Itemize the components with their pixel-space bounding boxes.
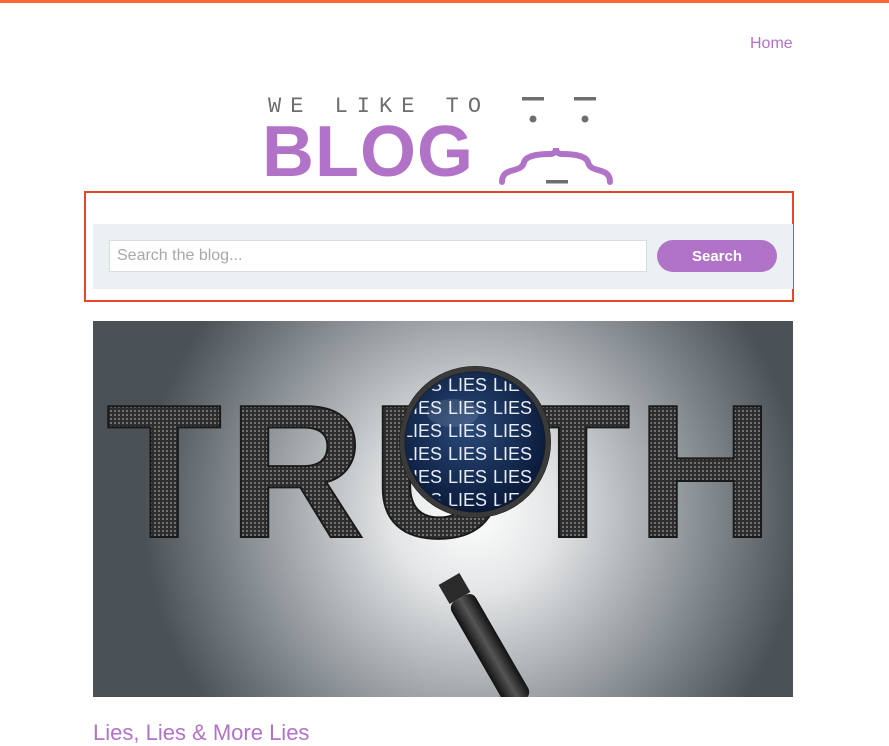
- lens-text-6: LIES: [493, 398, 532, 418]
- lens-text-15: LIES: [493, 467, 532, 487]
- search-input[interactable]: [109, 240, 647, 272]
- search-button[interactable]: Search: [657, 240, 777, 272]
- logo-word: BLOG: [262, 112, 474, 192]
- lens-text-2: LIES: [448, 375, 487, 395]
- lens-text-9: LIES: [493, 421, 532, 441]
- post-hero-image[interactable]: TRUTH LIES LIES LIES LIES LIES LIES LIES…: [93, 321, 793, 697]
- site-logo[interactable]: WE LIKE TO BLOG: [262, 92, 622, 188]
- post-title-link[interactable]: Lies, Lies & More Lies: [93, 720, 309, 746]
- nav-home-link[interactable]: Home: [750, 35, 793, 53]
- lens-text-12: LIES: [493, 444, 532, 464]
- curly-brace-face-icon: [499, 97, 613, 185]
- lens-text-11: LIES: [448, 444, 487, 464]
- search-form: Search: [93, 224, 793, 289]
- lens-text-14: LIES: [448, 467, 487, 487]
- top-accent-bar: [0, 0, 889, 3]
